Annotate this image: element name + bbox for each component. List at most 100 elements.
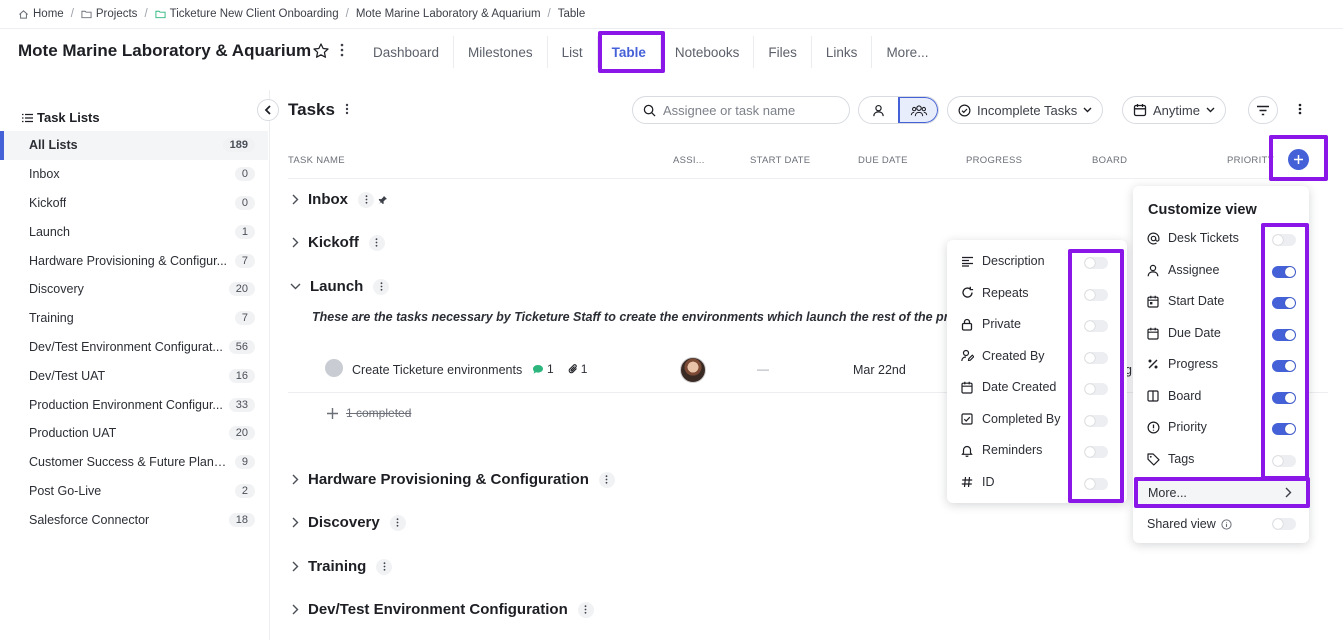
column-assignee[interactable]: ASSI... [673,155,705,166]
sidebar-item-label: Training [29,311,74,326]
group-discovery[interactable]: Discovery [292,514,406,531]
group-training[interactable]: Training [292,558,393,575]
count-badge: 56 [228,339,255,354]
sidebar-item-launch[interactable]: Launch 1 [0,217,268,246]
breadcrumb: Home / Projects / Ticketure New Client O… [18,6,585,22]
column-option-desk-tickets[interactable]: Desk Tickets [1147,231,1239,245]
calendar-icon [961,381,975,394]
hash-icon [961,476,975,488]
group-menu-icon[interactable] [368,234,385,251]
search-input[interactable] [663,102,843,118]
sidebar-item-label: Salesforce Connector [29,512,150,527]
group-launch[interactable]: Launch [290,278,390,295]
task-start-date[interactable]: — [757,362,769,376]
group-menu-icon[interactable] [577,601,594,618]
group-menu-icon[interactable] [598,471,615,488]
tab-list[interactable]: List [546,36,597,68]
column-option-start-date[interactable]: Start Date [1147,294,1224,308]
collapse-sidebar-button[interactable] [257,99,279,121]
column-option-priority[interactable]: Priority [1147,420,1207,434]
tab-milestones[interactable]: Milestones [453,36,547,68]
group-menu-icon[interactable] [358,191,374,208]
description-icon [961,256,975,267]
list-icon [22,113,33,123]
group-description: These are the tasks necessary by Ticketu… [312,310,978,324]
tasks-menu-icon[interactable] [345,103,349,115]
tab-more[interactable]: More... [871,36,942,68]
star-icon[interactable] [312,42,330,60]
sidebar-item-salesforce-connector[interactable]: Salesforce Connector 18 [0,505,268,534]
sidebar-item-discovery[interactable]: Discovery 20 [0,275,268,304]
date-filter-dropdown[interactable]: Anytime [1122,96,1226,124]
customize-more-button[interactable]: More... [1134,477,1310,508]
column-start-date[interactable]: START DATE [750,155,810,166]
column-due-date[interactable]: DUE DATE [858,155,908,166]
group-menu-icon[interactable] [373,278,390,295]
tab-dashboard[interactable]: Dashboard [359,36,453,68]
sidebar-item-production-uat[interactable]: Production UAT 20 [0,419,268,448]
breadcrumb-project[interactable]: Mote Marine Laboratory & Aquarium [356,8,541,20]
chevron-right-icon [292,517,299,528]
sidebar-item-customer-success-future-plann[interactable]: Customer Success & Future Plann... 9 [0,448,268,477]
user-icon [1147,264,1161,277]
breadcrumb-projects[interactable]: Projects [81,8,137,20]
lock-icon [961,318,975,331]
task-name[interactable]: Create Ticketure environments [352,363,522,377]
shared-view-toggle[interactable] [1272,518,1296,530]
completed-tasks-toggle[interactable]: 1 completed [327,406,411,420]
task-due-date[interactable]: Mar 22nd [853,363,906,377]
my-tasks-button[interactable] [859,97,898,123]
sidebar-item-inbox[interactable]: Inbox 0 [0,160,268,189]
group-hardware[interactable]: Hardware Provisioning & Configuration [292,471,615,488]
breadcrumb-client[interactable]: Ticketure New Client Onboarding [155,8,339,20]
group-menu-icon[interactable] [376,558,393,575]
highlight-field-toggles [1068,249,1124,503]
column-progress[interactable]: PROGRESS [966,155,1022,166]
status-filter-dropdown[interactable]: Incomplete Tasks [947,96,1104,124]
column-board[interactable]: BOARD [1092,155,1127,166]
sidebar-item-dev-test-uat[interactable]: Dev/Test UAT 16 [0,361,268,390]
filter-button[interactable] [1248,96,1278,124]
tab-links[interactable]: Links [810,36,872,68]
column-option-due-date[interactable]: Due Date [1147,326,1221,340]
sidebar-item-training[interactable]: Training 7 [0,304,268,333]
repeat-icon [961,286,975,299]
sidebar-item-hardware-provisioning-configur[interactable]: Hardware Provisioning & Configur... 7 [0,246,268,275]
sidebar-item-label: Launch [29,224,71,239]
calendar-icon [1133,103,1147,117]
attachment-icon[interactable] [568,363,579,375]
sidebar-item-dev-test-environment-configurat[interactable]: Dev/Test Environment Configurat... 56 [0,333,268,362]
column-task-name[interactable]: TASK NAME [288,155,345,166]
sidebar-item-production-environment-configur[interactable]: Production Environment Configur... 33 [0,390,268,419]
everyone-tasks-button[interactable] [898,97,938,123]
more-options-icon[interactable] [1298,103,1302,115]
sidebar-item-label: Production UAT [29,426,117,441]
tab-files[interactable]: Files [753,36,811,68]
chevron-right-icon [292,474,299,485]
sidebar-item-all-lists[interactable]: All Lists 189 [0,131,268,160]
project-menu-icon[interactable] [340,43,344,57]
assignee-view-toggle [858,96,939,124]
chevron-right-icon [292,561,299,572]
task-meta: 1 1 [532,362,587,376]
sidebar-item-kickoff[interactable]: Kickoff 0 [0,189,268,218]
avatar[interactable] [680,357,706,383]
column-option-tags[interactable]: Tags [1147,452,1194,466]
column-option-board[interactable]: Board [1147,389,1201,403]
column-option-assignee[interactable]: Assignee [1147,263,1219,277]
group-menu-icon[interactable] [389,514,406,531]
column-priority[interactable]: PRIORITY [1227,155,1274,166]
group-devtest-env[interactable]: Dev/Test Environment Configuration [292,601,594,618]
breadcrumb-home[interactable]: Home [18,8,64,20]
group-kickoff[interactable]: Kickoff [292,234,385,251]
sidebar-item-post-go-live[interactable]: Post Go-Live 2 [0,477,268,506]
group-inbox[interactable]: Inbox [292,191,388,208]
column-option-progress[interactable]: Progress [1147,357,1218,371]
count-badge: 7 [234,253,255,268]
comment-icon[interactable] [532,364,544,375]
tab-notebooks[interactable]: Notebooks [659,36,754,68]
sidebar-item-label: Discovery [29,282,84,297]
task-complete-checkbox[interactable] [325,359,343,377]
info-icon[interactable] [1221,518,1232,530]
at-icon [1147,232,1161,245]
